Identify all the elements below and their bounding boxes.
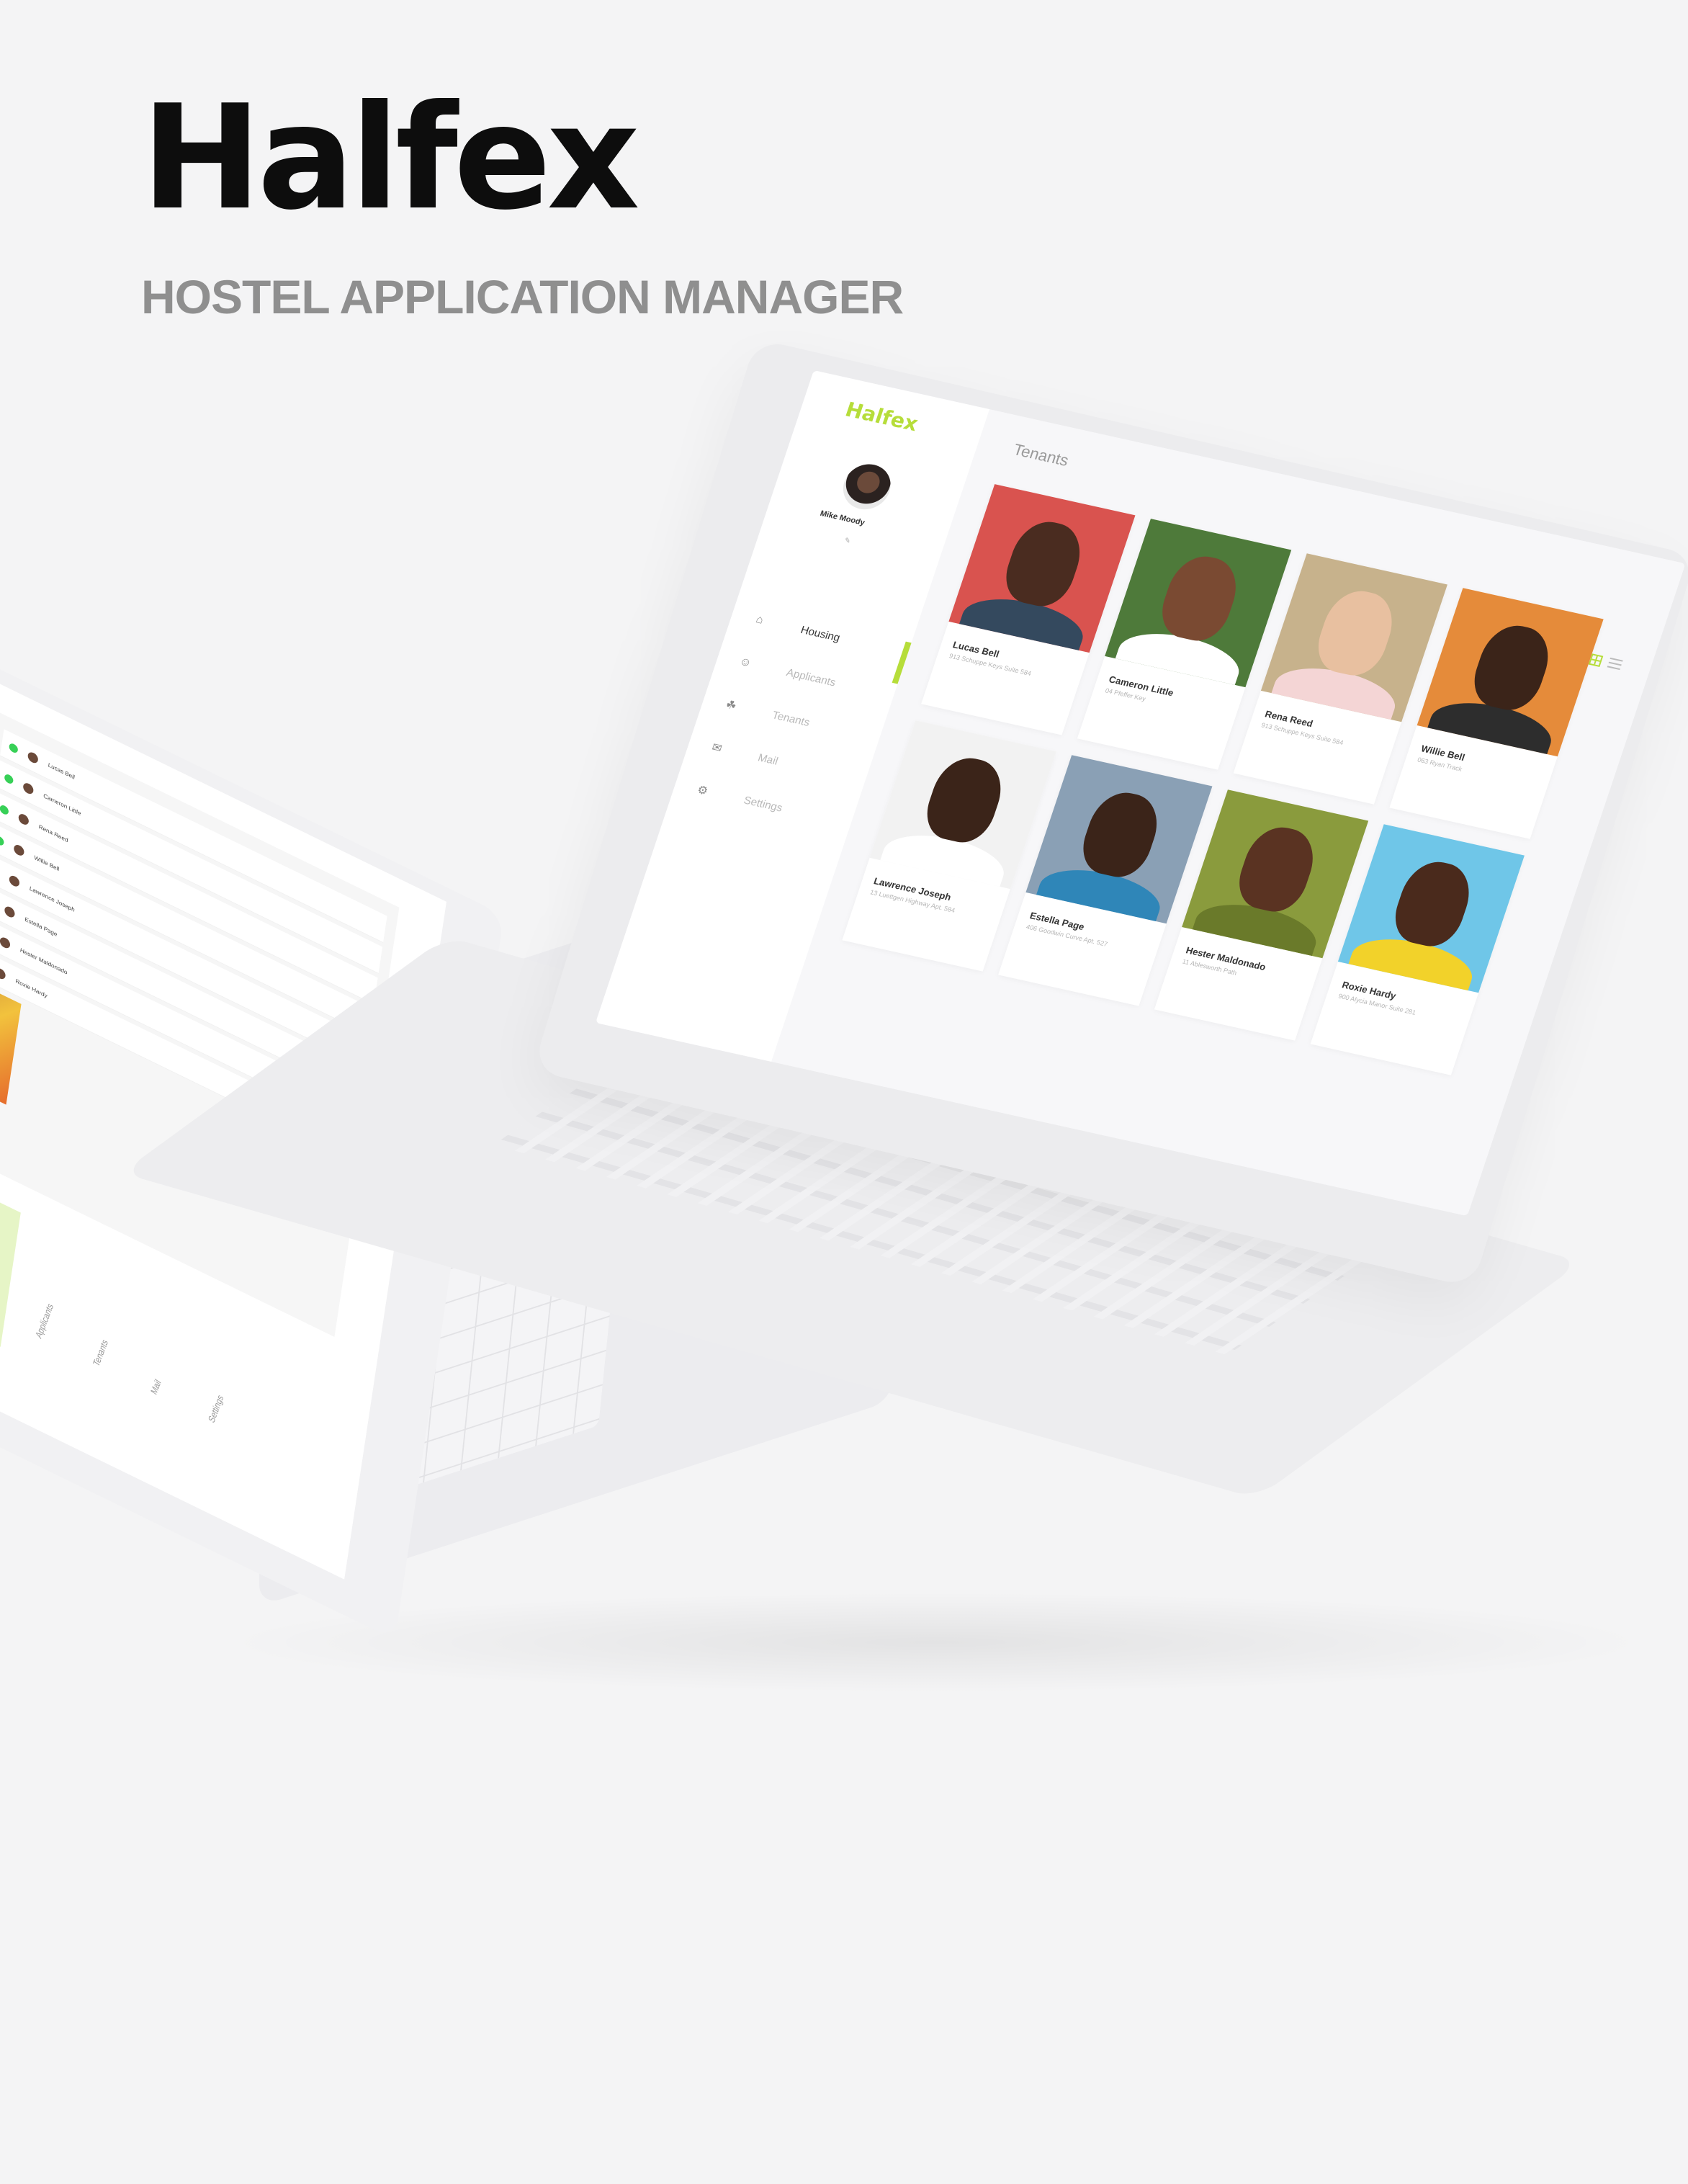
sidebar-item-label: Mail <box>756 751 780 768</box>
laptop-shadow <box>216 1592 1656 1693</box>
status-dot <box>0 803 9 816</box>
status-dot <box>4 772 14 785</box>
row-name: Lucas Bell <box>48 761 76 781</box>
sidebar-item-label: Housing <box>799 623 842 644</box>
avatar <box>0 935 12 950</box>
row-name: Rena Reed <box>38 823 69 844</box>
avatar[interactable] <box>837 460 897 514</box>
edit-profile-icon[interactable]: ✎ <box>843 537 852 545</box>
tenant-photo <box>948 484 1136 653</box>
user-icon: ☺ <box>737 655 753 670</box>
sidebar-item-label: Tenants <box>771 708 812 729</box>
status-dot <box>8 741 19 754</box>
tenant-photo <box>1337 824 1525 993</box>
sidebar-item-tenants[interactable]: ☘ Tenants <box>722 694 813 733</box>
avatar <box>17 812 30 826</box>
row-name: Roxie Hardy <box>14 977 48 1000</box>
people-icon: ☘ <box>724 699 738 713</box>
avatar <box>22 781 35 796</box>
tenant-photo <box>1417 588 1604 757</box>
brand-logo[interactable]: Halfex <box>843 398 921 436</box>
avatar <box>4 904 16 919</box>
row-name: Estella Page <box>24 916 58 938</box>
tenant-grid: Lucas Bell 913 Schuppe Keys Suite 584 Came… <box>842 484 1613 1078</box>
mail-icon: ✉ <box>710 741 724 756</box>
avatar <box>27 750 39 765</box>
tenant-photo <box>1105 519 1292 688</box>
sidebar-item-applicants[interactable]: ☺ Applicants <box>735 651 839 693</box>
sidebar-item-mail[interactable]: ✉ Mail <box>707 736 781 771</box>
row-name: Lawrence Joseph <box>29 885 76 913</box>
avatar <box>13 842 25 857</box>
sidebar-item-settings[interactable]: ⚙ Settings <box>693 779 786 818</box>
row-name: Willie Bell <box>33 854 60 873</box>
list-view-icon[interactable] <box>1607 657 1623 671</box>
tenant-photo <box>1025 755 1213 924</box>
gear-icon: ⚙ <box>695 784 710 798</box>
tenant-photo <box>1182 789 1369 959</box>
tenant-photo <box>1260 553 1447 722</box>
status-dot <box>0 834 5 847</box>
row-name: Cameron Little <box>42 792 82 818</box>
avatar <box>8 873 20 888</box>
hero-subtitle: HOSTEL APPLICATION MANAGER <box>141 270 904 323</box>
home-icon: ⌂ <box>754 613 766 627</box>
sidebar-item-housing[interactable]: ⌂ Housing <box>750 609 843 648</box>
profile-name: Mike Moody <box>819 509 866 528</box>
avatar <box>0 966 6 981</box>
hero-title: Halfex <box>141 74 640 242</box>
sidebar-item-label: Applicants <box>784 666 838 689</box>
sidebar-item-label: Settings <box>742 794 784 815</box>
page-title: Tenants <box>1011 440 1072 470</box>
tenant-photo <box>869 720 1056 890</box>
